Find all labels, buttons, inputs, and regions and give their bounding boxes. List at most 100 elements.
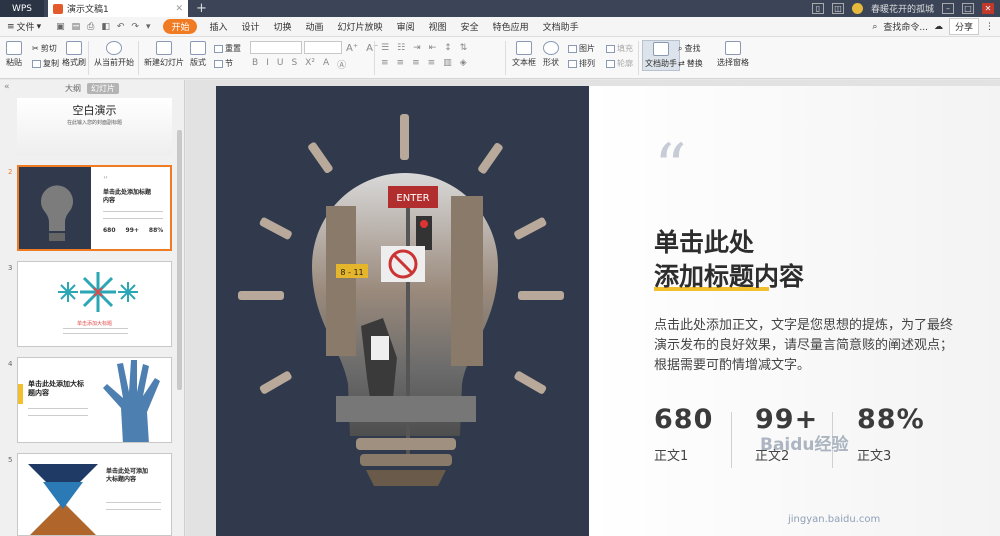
font-family-select[interactable]	[250, 41, 302, 54]
shape-button[interactable]: 形状	[543, 41, 559, 68]
stat-block[interactable]: 680 正文1	[654, 404, 754, 464]
user-avatar[interactable]	[851, 3, 863, 14]
maximize-icon[interactable]: □	[962, 3, 974, 14]
thumb-quote: “	[103, 175, 109, 186]
menu-slideshow[interactable]: 幻灯片放映	[331, 20, 390, 33]
slide-2[interactable]: ENTER 8 - 11 “ 单击此处 添加标题内容 点击此处添加正文，文字是您…	[216, 86, 1000, 536]
outline-label: 轮廓	[617, 59, 633, 68]
slide-thumb-3[interactable]: 单击添加大标题	[17, 261, 172, 347]
presentation-icon	[53, 3, 63, 14]
tab-slides[interactable]: 幻灯片	[87, 82, 119, 94]
line-spacing-icon[interactable]: ↕	[444, 43, 452, 53]
layout-icon	[190, 41, 206, 55]
wps-app-tab[interactable]: WPS	[0, 0, 44, 17]
italic-icon[interactable]: I	[266, 58, 269, 71]
skin-icon[interactable]: ◫	[831, 3, 844, 14]
collapse-panel-icon[interactable]: «	[4, 82, 10, 92]
undo-icon[interactable]: ↶	[117, 22, 125, 32]
cut-button[interactable]: ✂ 剪切	[32, 43, 57, 54]
share-button[interactable]: 分享	[948, 18, 979, 35]
select-pane-button[interactable]: 选择窗格	[717, 41, 749, 68]
more-icon[interactable]: ▾	[146, 22, 151, 32]
arrange-button[interactable]: 排列	[568, 58, 595, 69]
bullets-icon[interactable]: ☰	[381, 43, 389, 53]
new-slide-button[interactable]: 新建幻灯片	[144, 41, 184, 68]
thumb-stat-value: 680	[103, 227, 116, 234]
stat-block[interactable]: 88% 正文3	[857, 404, 957, 464]
picture-label: 图片	[579, 44, 595, 53]
slide-thumb-5[interactable]: 单击此处可添加大标题内容	[17, 453, 172, 536]
menu-transition[interactable]: 切换	[267, 20, 299, 33]
menu-home[interactable]: 开始	[163, 19, 198, 34]
align-center-icon[interactable]: ≡	[397, 58, 405, 68]
underline-icon[interactable]: U	[277, 58, 284, 71]
justify-icon[interactable]: ≡	[428, 58, 436, 68]
slide-thumb-4[interactable]: 单击此处添加大标题内容	[17, 357, 172, 443]
preview-icon[interactable]: ◧	[101, 22, 110, 32]
more-options-icon[interactable]: ⋮	[985, 22, 994, 32]
align-right-icon[interactable]: ≡	[412, 58, 420, 68]
replace-button[interactable]: ⇄ 替换	[678, 58, 703, 69]
menu-security[interactable]: 安全	[454, 20, 486, 33]
font-size-select[interactable]	[304, 41, 342, 54]
superscript-icon[interactable]: X²	[305, 58, 315, 71]
slide-title[interactable]: 单击此处 添加标题内容	[654, 226, 804, 294]
command-search[interactable]: 查找命令...	[883, 20, 928, 33]
bold-icon[interactable]: B	[252, 58, 258, 71]
format-painter-button[interactable]: 格式刷	[62, 41, 86, 68]
picture-button[interactable]: 图片	[568, 43, 595, 54]
strikethrough-icon[interactable]: S	[291, 58, 297, 71]
reset-button[interactable]: 重置	[214, 43, 241, 54]
slide-thumb-2[interactable]: “ 单击此处添加标题内容 680 99+ 88%	[17, 165, 172, 251]
menu-view[interactable]: 视图	[422, 20, 454, 33]
fill-button[interactable]: 填充	[606, 43, 633, 54]
doc-helper-button[interactable]: 文档助手	[642, 40, 680, 71]
menu-insert[interactable]: 插入	[202, 20, 234, 33]
close-window-icon[interactable]: ✕	[982, 3, 994, 14]
outdent-icon[interactable]: ⇤	[429, 43, 437, 53]
export-pdf-icon[interactable]: ▤	[72, 22, 81, 32]
stat-label: 正文1	[654, 449, 689, 464]
font-color-icon[interactable]: A	[323, 58, 329, 71]
section-button[interactable]: 节	[214, 58, 233, 69]
redo-icon[interactable]: ↷	[131, 22, 139, 32]
shrink-font-icon[interactable]: A⁻	[366, 43, 378, 54]
menu-animation[interactable]: 动画	[299, 20, 331, 33]
menu-features[interactable]: 特色应用	[486, 20, 536, 33]
panel-scrollbar[interactable]	[177, 130, 182, 390]
slide-thumb-1[interactable]: 空白演示 在此输入您的封面副标题	[17, 98, 172, 156]
document-tab[interactable]: 演示文稿1 ✕	[48, 0, 188, 17]
new-tab-icon[interactable]: +	[196, 1, 207, 16]
outline-button[interactable]: 轮廓	[606, 58, 633, 69]
indent-icon[interactable]: ⇥	[413, 43, 421, 53]
numbering-icon[interactable]: ☷	[397, 43, 405, 53]
menu-design[interactable]: 设计	[235, 20, 267, 33]
minimize-icon[interactable]: –	[942, 3, 954, 14]
window-layout-icon[interactable]: ▯	[811, 3, 824, 14]
copy-button[interactable]: 复制	[32, 58, 59, 69]
menu-review[interactable]: 审阅	[390, 20, 422, 33]
save-icon[interactable]: ▣	[56, 22, 65, 32]
text-direction-icon[interactable]: ⇅	[460, 43, 468, 53]
grow-font-icon[interactable]: A⁺	[346, 43, 358, 54]
find-button[interactable]: ⌕ 查找	[678, 43, 700, 54]
highlight-icon[interactable]: Ⓐ	[337, 58, 346, 71]
from-current-button[interactable]: 从当前开始	[94, 41, 134, 68]
layout-button[interactable]: 版式	[190, 41, 206, 68]
slide-body-text[interactable]: 点击此处添加正文，文字是您思想的提炼，为了最终演示发布的良好效果，请尽量言简意赅…	[654, 316, 954, 376]
print-icon[interactable]: ⎙	[87, 22, 94, 32]
paste-button[interactable]: 粘贴	[6, 41, 22, 68]
search-icon[interactable]: ⌕	[872, 22, 877, 32]
columns-icon[interactable]: ▥	[443, 58, 452, 68]
textbox-button[interactable]: 文本框	[512, 41, 536, 68]
close-tab-icon[interactable]: ✕	[175, 4, 183, 14]
file-menu[interactable]: ≡ 文件 ▾	[0, 20, 48, 34]
align-left-icon[interactable]: ≡	[381, 58, 389, 68]
tab-outline[interactable]: 大纲	[65, 83, 81, 94]
smartart-icon[interactable]: ◈	[460, 58, 467, 68]
sync-icon[interactable]: ☁	[934, 22, 943, 32]
user-name[interactable]: 春暖花开的孤城	[871, 2, 934, 15]
thumb-bulb-icon	[40, 185, 73, 241]
thumb-stat-value: 99+	[125, 227, 139, 234]
menu-doc-helper[interactable]: 文档助手	[536, 20, 586, 33]
